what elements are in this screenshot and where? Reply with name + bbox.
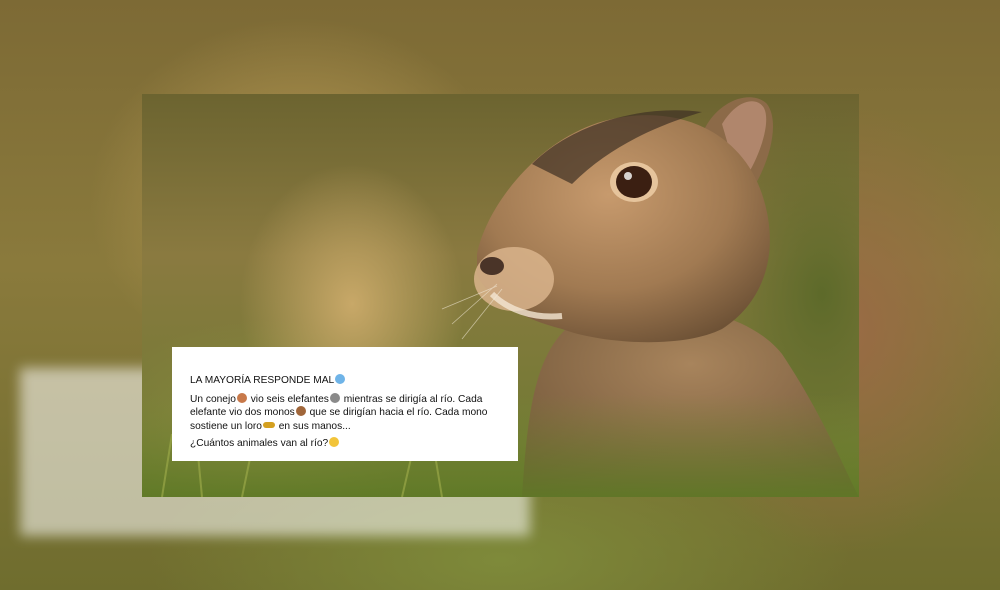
question-text: ¿Cuántos animales van al río?: [190, 438, 329, 449]
rabbit-nose: [480, 257, 504, 275]
rabbit-eye: [616, 166, 652, 198]
post-title: LA MAYORÍA RESPONDE MAL: [190, 374, 500, 388]
body-text-1: Un conejo: [190, 393, 236, 405]
post-body: Un conejo vio seis elefantes mientras se…: [190, 392, 500, 434]
post-question: ¿Cuántos animales van al río?: [190, 437, 500, 451]
monkey-emoji-icon: [295, 406, 306, 416]
rabbit-emoji-icon: [236, 392, 247, 403]
text-post-card: LA MAYORÍA RESPONDE MAL Un conejo vio se…: [172, 347, 518, 461]
anxious-face-emoji-icon: [335, 374, 346, 384]
post-title-text: LA MAYORÍA RESPONDE MAL: [190, 375, 335, 386]
flushed-face-emoji-icon: [329, 437, 340, 447]
parrot-emoji-icon: [262, 421, 275, 428]
body-text-2: vio seis elefantes: [247, 393, 329, 405]
body-text-5: en sus manos...: [275, 420, 351, 432]
elephant-emoji-icon: [329, 392, 340, 403]
